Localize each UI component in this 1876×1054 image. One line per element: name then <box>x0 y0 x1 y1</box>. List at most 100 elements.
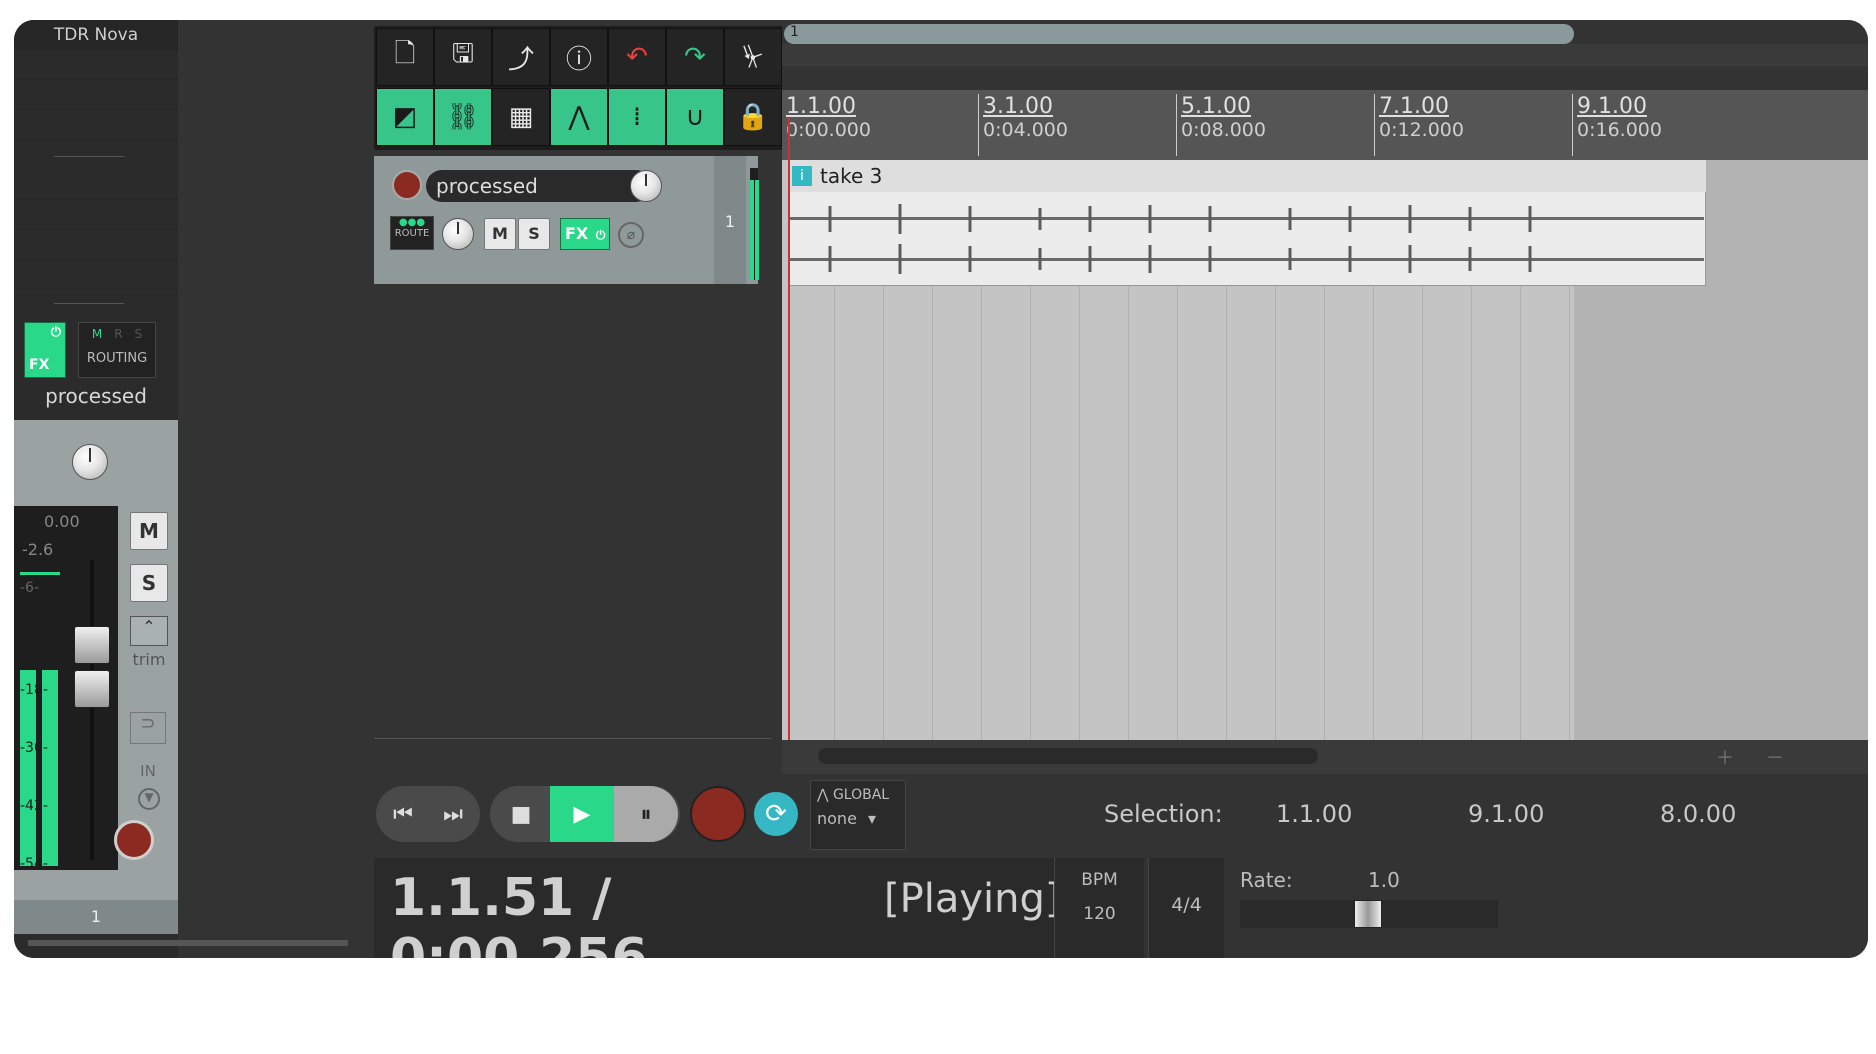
edit-cursor[interactable] <box>788 118 790 740</box>
routing-label: ROUTING <box>86 351 148 366</box>
bpm-panel[interactable]: BPM 120 <box>1054 858 1144 958</box>
track-record-arm-button[interactable] <box>392 170 422 200</box>
grid-snap-icon[interactable]: ▦ <box>492 88 550 146</box>
global-label: ⋀ GLOBAL <box>817 787 890 803</box>
stop-icon[interactable]: ■ <box>492 786 550 842</box>
send-slot[interactable] <box>14 200 178 230</box>
rate-slider-handle[interactable] <box>1354 900 1382 928</box>
ruler-marker: 9.1.00 0:16.000 <box>1572 94 1722 156</box>
selection-length[interactable]: 8.0.00 <box>1660 800 1790 834</box>
lock-icon[interactable]: 🔒 <box>724 88 782 146</box>
undo-icon[interactable]: ↶ <box>608 28 666 86</box>
scale-mark: -18- <box>20 682 48 698</box>
auto-crossfade-icon[interactable]: ◩ <box>376 88 434 146</box>
mixer-track-name[interactable]: processed <box>14 384 178 414</box>
go-to-end-icon[interactable]: ⏭ <box>428 786 478 842</box>
track-pan-knob[interactable] <box>442 218 474 250</box>
rate-value[interactable]: 1.0 <box>1368 868 1428 894</box>
fx-power-icon: ⏻ <box>595 228 606 242</box>
global-automation-panel[interactable]: ⋀ GLOBAL none ▾ <box>810 780 906 850</box>
tcp-divider <box>374 738 772 739</box>
play-button[interactable]: ▶ <box>550 786 614 842</box>
volume-fader-handle[interactable] <box>74 626 110 664</box>
time-signature: 4/4 <box>1171 894 1202 916</box>
track-route-button[interactable]: ●●● ROUTE <box>390 216 434 250</box>
project-info-icon[interactable]: ⓘ <box>550 28 608 86</box>
route-label: ROUTE <box>394 228 430 239</box>
peak-readout[interactable]: 0.00 <box>44 512 94 532</box>
send-slot[interactable] <box>14 260 178 290</box>
fx-slot-tdr-nova[interactable]: TDR Nova <box>14 20 178 50</box>
track-meter-left <box>750 180 754 280</box>
record-button[interactable] <box>690 786 746 842</box>
envelope-icon[interactable]: ⋀ <box>550 88 608 146</box>
width-fader-handle[interactable] <box>74 670 110 708</box>
metronome-icon[interactable]: ⏧ <box>724 28 782 86</box>
ruler-marker: 7.1.00 0:12.000 <box>1374 94 1524 156</box>
loop-toggle-icon[interactable]: ⟳ <box>754 792 798 836</box>
mixer-scrollbar[interactable] <box>28 940 348 946</box>
scale-mark: -6- <box>20 580 40 596</box>
loop-region[interactable]: 1 <box>784 24 1574 44</box>
track-mute-button[interactable]: M <box>484 218 516 250</box>
routing-button[interactable]: M R S ROUTING <box>78 322 156 378</box>
snap-magnet-icon[interactable]: ∪ <box>666 88 724 146</box>
track-solo-button[interactable]: S <box>518 218 550 250</box>
send-slot[interactable] <box>14 170 178 200</box>
divider <box>54 156 124 157</box>
envelope-small-icon: ⋀ <box>817 787 829 803</box>
ruler-marker: 3.1.00 0:04.000 <box>978 94 1128 156</box>
selection-start[interactable]: 1.1.00 <box>1276 800 1406 834</box>
automation-mode-icon[interactable]: ⌃ <box>130 616 168 646</box>
marker-lane[interactable] <box>782 44 1868 66</box>
track-number-bar[interactable]: 1 <box>714 156 746 284</box>
time-signature-panel[interactable]: 4/4 <box>1148 858 1224 958</box>
pan-knob[interactable] <box>72 444 108 480</box>
pause-button[interactable]: ⏸ <box>614 786 678 842</box>
phase-icon[interactable]: ⊃ <box>130 712 166 744</box>
position-display[interactable]: 1.1.51 / 0:00.256 <box>390 868 870 958</box>
solo-button[interactable]: S <box>130 564 168 602</box>
fx-button[interactable]: ⏻ FX <box>24 322 66 378</box>
track-volume-knob[interactable] <box>630 170 662 202</box>
go-to-start-icon[interactable]: ⏮ <box>378 786 428 842</box>
fader-track <box>90 560 94 860</box>
track-fx-label: FX <box>565 224 589 243</box>
power-icon: ⏻ <box>50 325 61 340</box>
fx-label: FX <box>29 357 50 373</box>
ruler-marker: 1.1.00 0:00.000 <box>786 94 871 141</box>
fx-slot-empty[interactable] <box>14 50 178 80</box>
send-slot[interactable] <box>14 230 178 260</box>
bpm-label: BPM <box>1081 870 1118 890</box>
ripple-edit-icon[interactable]: ⛓ <box>434 88 492 146</box>
bpm-value: 120 <box>1083 904 1116 924</box>
peak-hold-indicator <box>20 572 60 575</box>
redo-icon[interactable]: ↷ <box>666 28 724 86</box>
render-icon[interactable]: ⤴ <box>492 28 550 86</box>
track-fx-button[interactable]: FX ⏻ <box>560 218 610 250</box>
hscroll-thumb[interactable] <box>818 748 1318 764</box>
grid-lines-icon[interactable]: ⁞ <box>608 88 666 146</box>
phase-invert-icon[interactable]: ⌀ <box>618 222 644 248</box>
zoom-out-icon[interactable]: － <box>1766 744 1826 769</box>
global-dropdown-icon[interactable]: ▾ <box>868 809 876 828</box>
selection-end[interactable]: 9.1.00 <box>1468 800 1598 834</box>
save-project-icon[interactable]: 🖫 <box>434 28 492 86</box>
waveform <box>790 196 1704 282</box>
item-info-icon[interactable]: i <box>792 166 812 186</box>
take-label: take 3 <box>820 164 883 188</box>
track-name-field[interactable]: processed <box>426 170 652 202</box>
fx-slot-empty[interactable] <box>14 80 178 110</box>
mrs-m-label: M <box>91 327 103 341</box>
mute-button[interactable]: M <box>130 512 168 550</box>
track-meter-right <box>755 180 759 280</box>
scale-mark: -42- <box>20 798 48 814</box>
input-dropdown-icon[interactable]: ▼ <box>138 788 160 810</box>
mrs-s-label: S <box>134 327 143 341</box>
record-arm-button[interactable] <box>114 820 154 860</box>
mrs-r-label: R <box>114 327 123 341</box>
fx-slot-empty[interactable] <box>14 110 178 140</box>
reaper-window: TDR Nova ⏻ FX M R S ROUTING processed 0.… <box>14 20 1868 958</box>
new-project-icon[interactable]: 🗋 <box>376 28 434 86</box>
scale-mark: -30- <box>20 740 48 756</box>
